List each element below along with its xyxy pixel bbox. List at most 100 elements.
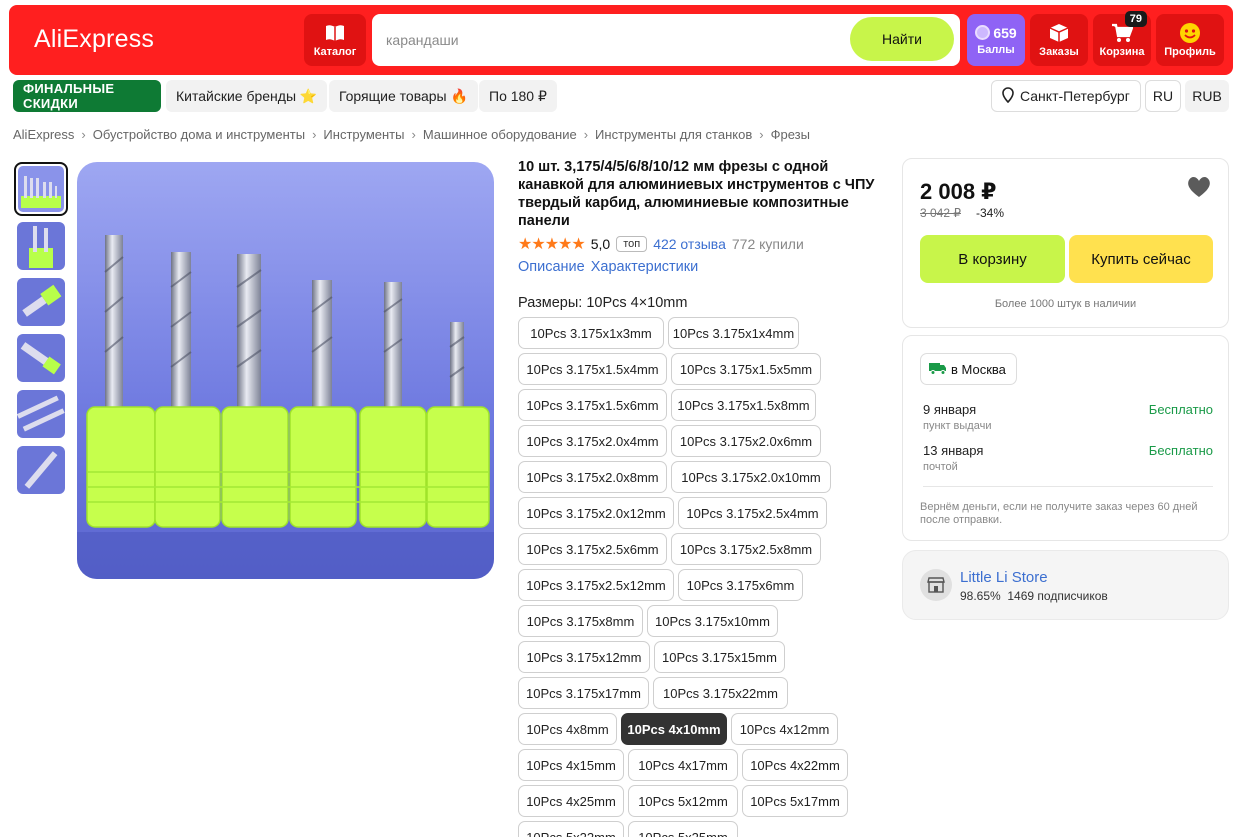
rating-stars: ★★★★★ — [518, 236, 586, 253]
search-bar: Найти — [372, 14, 960, 66]
points-value: 659 — [993, 24, 1017, 41]
divider — [923, 486, 1213, 487]
language-selector[interactable]: RU — [1145, 80, 1181, 112]
size-option[interactable]: 10Pcs 3.175x1.5x4mm — [518, 353, 667, 385]
catalog-label: Каталог — [313, 45, 357, 58]
tab-description[interactable]: Описание — [518, 259, 585, 275]
size-option[interactable]: 10Pcs 4x15mm — [518, 749, 624, 781]
chevron-right-icon: › — [81, 127, 86, 142]
size-option[interactable]: 10Pcs 5x22mm — [518, 821, 624, 837]
gallery-thumb-1[interactable] — [14, 162, 68, 216]
heart-icon[interactable] — [1186, 175, 1212, 199]
breadcrumb-item[interactable]: Обустройство дома и инструменты — [93, 127, 305, 142]
under-180-chip[interactable]: По 180 ₽ — [479, 80, 557, 112]
size-option[interactable]: 10Pcs 5x12mm — [628, 785, 738, 817]
size-option[interactable]: 10Pcs 3.175x2.5x6mm — [518, 533, 667, 565]
size-option[interactable]: 10Pcs 3.175x1.5x8mm — [671, 389, 816, 421]
top-tag: топ — [616, 236, 648, 252]
top-header: AliExpress Каталог Найти 659 Баллы Заказ… — [9, 5, 1233, 75]
size-option[interactable]: 10Pcs 3.175x2.5x12mm — [518, 569, 674, 601]
hot-goods-chip[interactable]: Горящие товары 🔥 — [329, 80, 478, 112]
orders-button[interactable]: Заказы — [1030, 14, 1088, 66]
tab-specifications[interactable]: Характеристики — [591, 259, 699, 275]
chinese-brands-chip[interactable]: Китайские бренды ⭐ — [166, 80, 328, 112]
size-option[interactable]: 10Pcs 3.175x12mm — [518, 641, 650, 673]
catalog-button[interactable]: Каталог — [304, 14, 366, 66]
coin-icon — [975, 25, 991, 40]
cart-button[interactable]: 79 Корзина — [1093, 11, 1151, 66]
product-main-image[interactable] — [77, 162, 494, 579]
store-meta: 98.65% 1469 подписчиков — [960, 589, 1108, 603]
current-price: 2 008 ₽ — [920, 179, 997, 204]
profile-button[interactable]: Профиль — [1156, 14, 1224, 66]
size-option[interactable]: 10Pcs 3.175x1.5x6mm — [518, 389, 667, 421]
currency-selector[interactable]: RUB — [1185, 80, 1229, 112]
size-option[interactable]: 10Pcs 3.175x17mm — [518, 677, 649, 709]
size-option[interactable]: 10Pcs 4x12mm — [731, 713, 838, 745]
gallery-thumb-2[interactable] — [17, 222, 65, 270]
gallery-thumb-6[interactable] — [17, 446, 65, 494]
breadcrumb-item[interactable]: Инструменты для станков — [595, 127, 752, 142]
size-option[interactable]: 10Pcs 3.175x1.5x5mm — [671, 353, 821, 385]
delivery-method: почтой — [923, 461, 958, 473]
add-to-cart-button[interactable]: В корзину — [920, 235, 1065, 283]
search-input[interactable] — [386, 30, 836, 50]
size-option[interactable]: 10Pcs 3.175x15mm — [654, 641, 785, 673]
gallery-thumb-3[interactable] — [17, 278, 65, 326]
size-option[interactable]: 10Pcs 4x17mm — [628, 749, 738, 781]
old-price: 3 042 ₽ — [920, 206, 961, 220]
buy-now-button[interactable]: Купить сейчас — [1069, 235, 1213, 283]
final-sale-chip[interactable]: ФИНАЛЬНЫЕ СКИДКИ — [13, 80, 161, 112]
sizes-label: Размеры: 10Pcs 4×10mm — [518, 295, 688, 311]
size-option[interactable]: 10Pcs 3.175x1x4mm — [668, 317, 799, 349]
size-option[interactable]: 10Pcs 3.175x2.5x8mm — [671, 533, 821, 565]
size-option[interactable]: 10Pcs 3.175x22mm — [653, 677, 788, 709]
size-option[interactable]: 10Pcs 3.175x2.0x8mm — [518, 461, 667, 493]
breadcrumb-item[interactable]: Машинное оборудование — [423, 127, 577, 142]
chevron-right-icon: › — [759, 127, 764, 142]
store-card[interactable]: Little Li Store 98.65% 1469 подписчиков — [902, 550, 1229, 620]
store-icon — [920, 569, 952, 601]
delivery-city-selector[interactable]: в Москва — [920, 353, 1017, 385]
city-selector[interactable]: Санкт-Петербург — [991, 80, 1141, 112]
orders-label: Заказы — [1039, 45, 1079, 58]
size-option[interactable]: 10Pcs 3.175x10mm — [647, 605, 778, 637]
size-option[interactable]: 10Pcs 3.175x2.0x12mm — [518, 497, 674, 529]
gallery-thumb-4[interactable] — [17, 334, 65, 382]
aliexpress-logo[interactable]: AliExpress — [34, 25, 154, 54]
size-option[interactable]: 10Pcs 3.175x2.0x4mm — [518, 425, 667, 457]
delivery-method: пункт выдачи — [923, 420, 992, 432]
size-option[interactable]: 10Pcs 3.175x8mm — [518, 605, 643, 637]
size-option[interactable]: 10Pcs 3.175x1x3mm — [518, 317, 664, 349]
delivery-price: Бесплатно — [1148, 443, 1213, 458]
points-button[interactable]: 659 Баллы — [967, 14, 1025, 66]
breadcrumb-item[interactable]: Инструменты — [323, 127, 404, 142]
cart-label: Корзина — [1099, 45, 1145, 58]
location-pin-icon — [1002, 86, 1014, 106]
store-name[interactable]: Little Li Store — [960, 569, 1048, 586]
reviews-link[interactable]: 422 отзыва — [653, 236, 726, 252]
size-option[interactable]: 10Pcs 3.175x2.0x10mm — [671, 461, 831, 493]
size-option[interactable]: 10Pcs 5x17mm — [742, 785, 848, 817]
breadcrumb-item[interactable]: Фрезы — [771, 127, 810, 142]
store-followers: 1469 подписчиков — [1007, 589, 1108, 603]
breadcrumb-item[interactable]: AliExpress — [13, 127, 74, 142]
delivery-option[interactable]: 13 января почтой Бесплатно — [923, 443, 1213, 473]
size-option[interactable]: 10Pcs 4x10mm — [621, 713, 727, 745]
size-option[interactable]: 10Pcs 3.175x6mm — [678, 569, 803, 601]
size-option[interactable]: 10Pcs 5x25mm — [628, 821, 738, 837]
size-option[interactable]: 10Pcs 4x8mm — [518, 713, 617, 745]
size-option[interactable]: 10Pcs 3.175x2.5x4mm — [678, 497, 827, 529]
points-value-row: 659 — [975, 24, 1017, 41]
size-option[interactable]: 10Pcs 4x22mm — [742, 749, 848, 781]
truck-icon — [929, 361, 947, 378]
chevron-right-icon: › — [411, 127, 416, 142]
delivery-option[interactable]: 9 января пункт выдачи Бесплатно — [923, 402, 1213, 432]
search-button[interactable]: Найти — [850, 17, 954, 61]
gallery-thumb-5[interactable] — [17, 390, 65, 438]
size-option[interactable]: 10Pcs 4x25mm — [518, 785, 624, 817]
city-label: Санкт-Петербург — [1020, 88, 1130, 104]
points-label: Баллы — [977, 43, 1015, 56]
size-option[interactable]: 10Pcs 3.175x2.0x6mm — [671, 425, 821, 457]
smiley-icon — [1179, 22, 1201, 43]
